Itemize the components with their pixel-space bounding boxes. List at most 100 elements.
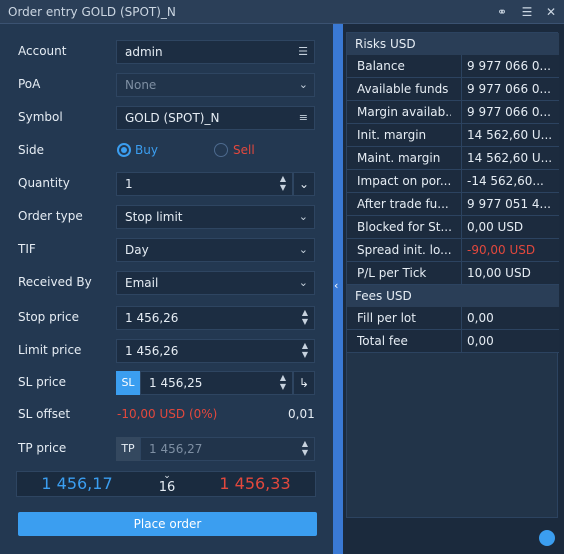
column-divider: [461, 216, 462, 239]
quantity-dropdown[interactable]: ⌄: [293, 172, 315, 196]
sl-trailing-button[interactable]: ↳: [293, 371, 315, 395]
account-label: Account: [18, 44, 67, 58]
risk-row: Blocked for St... 0,00 USD: [347, 216, 559, 239]
limit-price-stepper[interactable]: ▲ ▼: [300, 341, 310, 359]
column-divider: [461, 55, 462, 78]
symbol-value: GOLD (SPOT)_N: [125, 111, 220, 125]
received-by-value: Email: [125, 276, 159, 290]
chevron-down-icon: ⌄: [298, 210, 308, 223]
risk-row-value: 9 977 066 0...: [467, 82, 551, 96]
spread-value: 16: [158, 480, 176, 495]
stop-price-value: 1 456,26: [125, 311, 179, 325]
quantity-stepper[interactable]: ▲ ▼: [278, 174, 288, 192]
sell-label[interactable]: Sell: [233, 143, 255, 157]
column-divider: [461, 170, 462, 193]
risk-row-value: 14 562,60 U...: [467, 128, 553, 142]
stop-price-stepper[interactable]: ▲ ▼: [300, 308, 310, 326]
account-list-icon[interactable]: ☰: [298, 41, 308, 63]
side-label: Side: [18, 143, 44, 157]
tp-price-input[interactable]: 1 456,27 ▲ ▼: [140, 437, 315, 461]
risk-row-value: 9 977 066 0...: [467, 59, 551, 73]
risk-row-label: P/L per Tick: [357, 266, 427, 280]
order-type-value: Stop limit: [125, 210, 183, 224]
settings-menu-icon[interactable]: ☰: [519, 4, 535, 20]
collapse-left-icon[interactable]: ‹: [334, 279, 338, 292]
quantity-value: 1: [125, 177, 133, 191]
risk-row-label: After trade fu...: [357, 197, 449, 211]
chevron-down-icon: ⌄: [298, 177, 310, 191]
tif-label: TIF: [18, 242, 36, 256]
poa-label: PoA: [18, 77, 41, 91]
column-divider: [461, 193, 462, 216]
poa-value: None: [125, 78, 157, 92]
title-bar: Order entry GOLD (SPOT)_N ⚭ ☰ ✕: [0, 0, 564, 24]
risk-row: Balance 9 977 066 0...: [347, 55, 559, 78]
column-divider: [461, 330, 462, 353]
sl-toggle-button[interactable]: SL: [116, 371, 140, 395]
stop-price-label: Stop price: [18, 310, 79, 324]
risks-header: Risks USD: [347, 33, 559, 55]
account-field[interactable]: admin ☰: [116, 40, 315, 64]
sell-radio[interactable]: [214, 143, 228, 157]
sl-price-value: 1 456,25: [149, 376, 203, 390]
chevron-down-icon: ⌄: [298, 78, 308, 91]
column-divider: [461, 101, 462, 124]
risk-row-value: 14 562,60 U...: [467, 151, 553, 165]
sl-price-input[interactable]: 1 456,25 ▲ ▼: [140, 371, 293, 395]
sl-price-stepper[interactable]: ▲ ▼: [278, 373, 288, 391]
column-divider: [461, 262, 462, 285]
risks-panel: Risks USD Balance 9 977 066 0... Available…: [343, 24, 564, 554]
received-by-select[interactable]: Email ⌄: [116, 271, 315, 295]
price-bar: 1 456,17 ⌄ 16 1 456,33: [16, 471, 316, 497]
risk-row-label: Spread init. lo...: [357, 243, 451, 257]
symbol-label: Symbol: [18, 110, 63, 124]
risk-row-value: 10,00 USD: [467, 266, 531, 280]
risk-row-value: 9 977 066 0...: [467, 105, 551, 119]
fee-row-label: Total fee: [357, 334, 408, 348]
column-divider: [461, 124, 462, 147]
quantity-input[interactable]: 1 ▲ ▼: [116, 172, 293, 196]
risk-row-value: 9 977 051 4...: [467, 197, 551, 211]
tif-select[interactable]: Day ⌄: [116, 238, 315, 262]
risk-row: Spread init. lo... -90,00 USD: [347, 239, 559, 262]
link-icon[interactable]: ⚭: [494, 4, 510, 20]
bid-price[interactable]: 1 456,17: [17, 472, 137, 496]
risk-row-label: Blocked for St...: [357, 220, 451, 234]
panel-divider[interactable]: ‹: [333, 24, 343, 554]
column-divider: [461, 78, 462, 101]
risk-row: Maint. margin 14 562,60 U...: [347, 147, 559, 170]
risk-row-value: -90,00 USD: [467, 243, 536, 257]
close-icon[interactable]: ✕: [543, 4, 559, 20]
tp-price-stepper[interactable]: ▲ ▼: [300, 439, 310, 457]
symbol-field[interactable]: GOLD (SPOT)_N ≡: [116, 106, 315, 130]
place-order-button[interactable]: Place order: [18, 512, 317, 536]
fee-row-label: Fill per lot: [357, 311, 416, 325]
risk-row-label: Margin availab...: [357, 105, 451, 119]
risk-row: Init. margin 14 562,60 U...: [347, 124, 559, 147]
ask-price[interactable]: 1 456,33: [195, 472, 315, 496]
order-type-label: Order type: [18, 209, 83, 223]
order-type-select[interactable]: Stop limit ⌄: [116, 205, 315, 229]
buy-radio[interactable]: [117, 143, 131, 157]
limit-price-input[interactable]: 1 456,26 ▲ ▼: [116, 339, 315, 363]
order-form: Account admin ☰ PoA None ⌄ Symbol GOLD (…: [0, 24, 333, 554]
column-divider: [461, 239, 462, 262]
risk-row: P/L per Tick 10,00 USD: [347, 262, 559, 285]
fee-row: Fill per lot 0,00: [347, 307, 559, 330]
chevron-down-icon: ⌄: [298, 276, 308, 289]
buy-label[interactable]: Buy: [135, 143, 158, 157]
quantity-label: Quantity: [18, 176, 70, 190]
risk-row-label: Available funds: [357, 82, 449, 96]
risk-row-label: Balance: [357, 59, 405, 73]
stop-price-input[interactable]: 1 456,26 ▲ ▼: [116, 306, 315, 330]
risk-row-label: Init. margin: [357, 128, 427, 142]
risk-row-value: 0,00 USD: [467, 220, 524, 234]
risk-row-label: Maint. margin: [357, 151, 441, 165]
symbol-list-icon[interactable]: ≡: [299, 107, 308, 129]
limit-price-label: Limit price: [18, 343, 82, 357]
spread: ⌄ 16: [152, 472, 182, 496]
sl-offset-tick: 0,01: [288, 407, 315, 421]
risk-row: After trade fu... 9 977 051 4...: [347, 193, 559, 216]
poa-select[interactable]: None ⌄: [116, 73, 315, 97]
tp-toggle-button[interactable]: TP: [116, 437, 140, 461]
